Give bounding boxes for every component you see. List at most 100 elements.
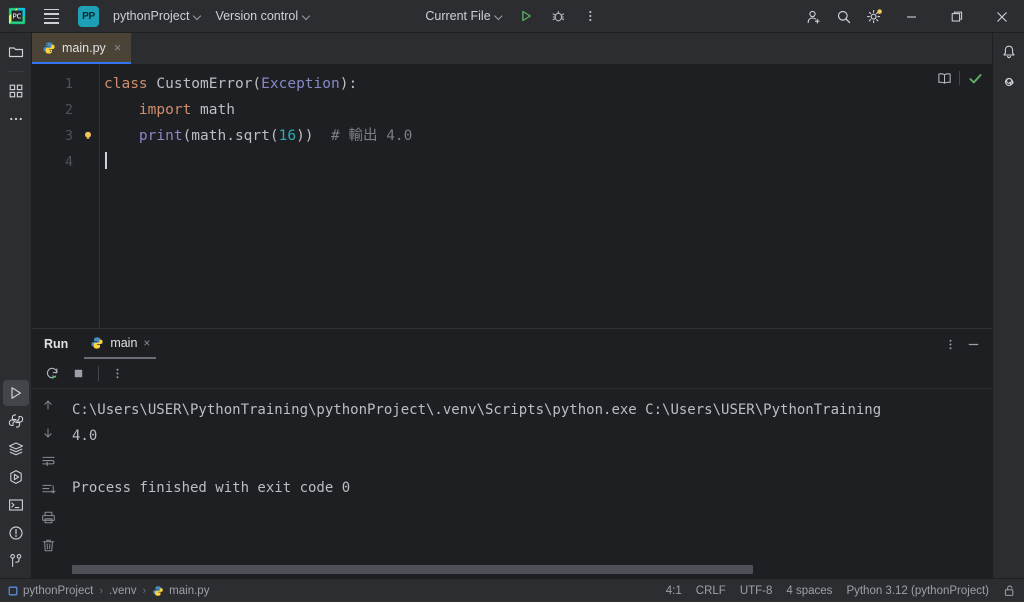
- sidebar-item-project[interactable]: [3, 39, 29, 65]
- breadcrumb-item-project[interactable]: pythonProject: [8, 585, 93, 597]
- stop-square-icon: [74, 369, 82, 378]
- add-user-icon: [807, 10, 820, 24]
- version-control-label: Version control: [215, 9, 299, 23]
- sidebar-item-problems[interactable]: [3, 520, 29, 546]
- token-paren-open: (: [252, 76, 262, 92]
- minimize-window-button[interactable]: [889, 0, 934, 33]
- line-separator-indicator[interactable]: CRLF: [696, 585, 726, 597]
- sidebar-item-services[interactable]: [3, 436, 29, 462]
- search-icon: [837, 10, 851, 23]
- scrollbar-thumb[interactable]: [72, 565, 753, 574]
- maximize-window-button[interactable]: [934, 0, 979, 33]
- indent-indicator[interactable]: 4 spaces: [786, 585, 832, 597]
- run-more-button[interactable]: [576, 3, 606, 29]
- close-window-button[interactable]: [979, 0, 1024, 33]
- run-panel-header-controls: [940, 329, 984, 359]
- line-number-label: 3: [64, 128, 73, 144]
- code-line-2[interactable]: import math: [104, 97, 992, 123]
- run-configuration-selector[interactable]: Current File: [418, 6, 509, 26]
- console-line: Process finished with exit code 0: [72, 480, 351, 496]
- hamburger-menu-icon[interactable]: [38, 4, 64, 28]
- breadcrumb: pythonProject › .venv › main.py: [8, 585, 209, 597]
- settings-button[interactable]: [859, 4, 889, 30]
- scroll-to-end-button[interactable]: [36, 477, 60, 501]
- version-control-dropdown[interactable]: Version control: [208, 6, 317, 26]
- breadcrumb-item-file[interactable]: main.py: [152, 585, 209, 597]
- encoding-indicator[interactable]: UTF-8: [740, 585, 773, 597]
- inspections-status-button[interactable]: [964, 68, 986, 88]
- code-editor[interactable]: 1 2 3 4 class CustomError(Exception): im…: [32, 64, 992, 328]
- console-output[interactable]: C:\Users\USER\PythonTraining\pythonProje…: [64, 389, 992, 578]
- run-button[interactable]: [512, 3, 542, 29]
- console-horizontal-scrollbar[interactable]: [72, 565, 974, 574]
- main-body: main.py × 1 2 3 4 class CustomError(Exce…: [0, 33, 1024, 578]
- editor-tab-close-icon[interactable]: ×: [112, 41, 124, 54]
- chevron-down-icon: [496, 13, 503, 20]
- sidebar-item-structure[interactable]: [3, 78, 29, 104]
- editor-column: main.py × 1 2 3 4 class CustomError(Exce…: [32, 33, 992, 578]
- run-triangle-icon: [522, 10, 532, 22]
- run-tab-main[interactable]: main ×: [84, 329, 157, 359]
- token-module-name: math: [191, 102, 235, 118]
- editor-tab-main-py[interactable]: main.py ×: [32, 33, 132, 64]
- strip-divider: [6, 71, 25, 72]
- sidebar-item-python-packages[interactable]: [3, 464, 29, 490]
- run-tool-icon: [10, 387, 21, 399]
- status-bar-right: 4:1 CRLF UTF-8 4 spaces Python 3.12 (pyt…: [666, 584, 1016, 597]
- account-button[interactable]: [799, 4, 829, 30]
- scroll-to-end-icon: [41, 484, 55, 493]
- clear-all-button[interactable]: [36, 533, 60, 557]
- token-function-print: print: [138, 128, 183, 144]
- code-lines[interactable]: class CustomError(Exception): import mat…: [100, 64, 992, 328]
- unlocked-padlock-icon: [1004, 585, 1014, 596]
- soft-wrap-button[interactable]: [36, 449, 60, 473]
- previous-occurrence-button[interactable]: [36, 393, 60, 417]
- reader-mode-button[interactable]: [933, 68, 955, 88]
- breadcrumb-label: .venv: [109, 584, 137, 597]
- toolbar-divider: [959, 71, 960, 85]
- left-tool-strip-bottom: [2, 380, 29, 574]
- next-occurrence-button[interactable]: [36, 421, 60, 445]
- notifications-button[interactable]: [996, 39, 1022, 65]
- green-check-inspections-icon: [968, 73, 982, 83]
- run-controls: Current File: [418, 3, 605, 29]
- search-button[interactable]: [829, 4, 859, 30]
- project-files-icon: [8, 47, 23, 58]
- run-panel-options-button[interactable]: [940, 333, 960, 355]
- sidebar-item-python-console[interactable]: [3, 408, 29, 434]
- left-tool-strip: [0, 33, 32, 578]
- breadcrumb-item-venv[interactable]: .venv: [109, 585, 137, 597]
- down-arrow-icon: [44, 428, 52, 438]
- run-panel-hide-button[interactable]: [962, 333, 984, 355]
- debug-bug-icon: [552, 10, 565, 22]
- minimize-icon: [907, 16, 916, 18]
- ai-assistant-button[interactable]: [996, 69, 1022, 95]
- editor-tab-label: main.py: [62, 40, 106, 55]
- sidebar-item-version-control[interactable]: [3, 548, 29, 574]
- more-vertical-icon: [949, 339, 951, 349]
- stop-button[interactable]: [66, 362, 90, 386]
- rerun-button[interactable]: [40, 362, 64, 386]
- code-line-4[interactable]: [104, 149, 992, 175]
- sidebar-item-more-tool-windows[interactable]: [3, 106, 29, 132]
- console-line: 4.0: [72, 428, 98, 444]
- breadcrumb-separator: ›: [142, 584, 147, 597]
- sidebar-item-terminal[interactable]: [3, 492, 29, 518]
- run-tab-close-icon[interactable]: ×: [143, 336, 150, 350]
- code-line-1[interactable]: class CustomError(Exception):: [104, 71, 992, 97]
- sidebar-item-run[interactable]: [2, 380, 29, 406]
- run-toolbar-more-button[interactable]: [107, 362, 127, 386]
- interpreter-indicator[interactable]: Python 3.12 (pythonProject): [846, 585, 989, 597]
- intention-bulb-icon[interactable]: [82, 123, 94, 139]
- pycharm-window: PC PP pythonProject Version control Curr…: [0, 0, 1024, 602]
- python-console-icon: [8, 414, 23, 428]
- code-line-3[interactable]: print(math.sqrt(16)) # 輸出 4.0: [104, 123, 992, 149]
- readonly-lock-button[interactable]: [1003, 584, 1016, 597]
- version-control-icon: [9, 554, 21, 567]
- editor-gutter[interactable]: 1 2 3 4: [32, 64, 100, 328]
- print-button[interactable]: [36, 505, 60, 529]
- caret-position-indicator[interactable]: 4:1: [666, 585, 682, 597]
- project-name-dropdown[interactable]: pythonProject: [106, 6, 208, 26]
- debug-button[interactable]: [544, 3, 574, 29]
